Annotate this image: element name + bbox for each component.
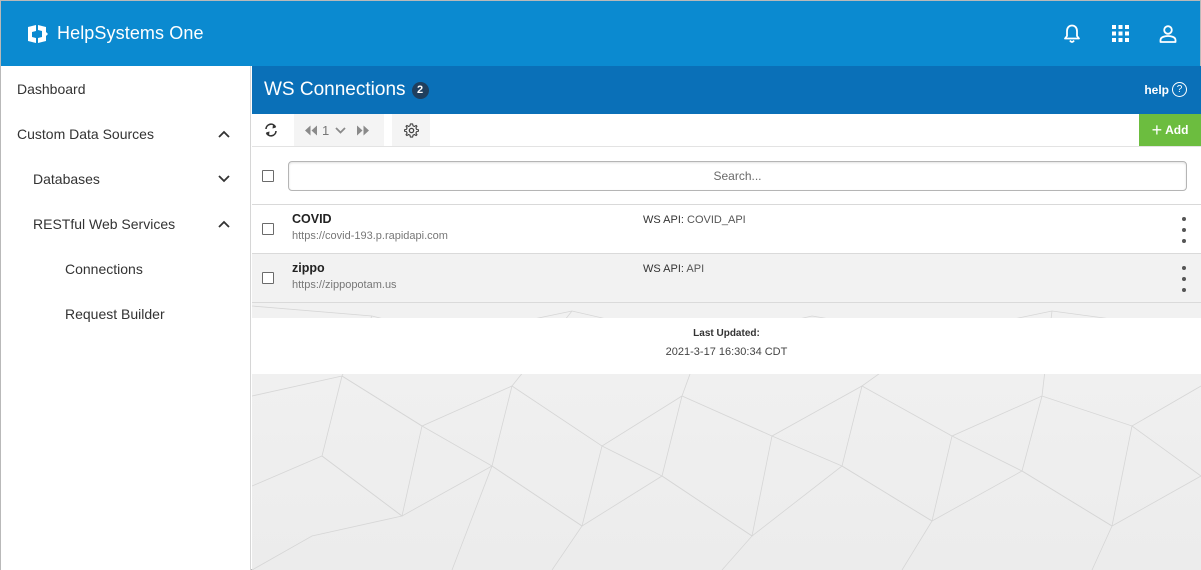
ws-api-value: COVID_API <box>687 214 746 226</box>
sidebar-item-label: Connections <box>65 260 143 277</box>
last-updated-value: 2021-3-17 16:30:34 CDT <box>665 346 788 358</box>
helpsystems-logo-icon <box>28 24 48 43</box>
ws-api-label: WS API: <box>643 263 684 275</box>
connection-url: https://covid-193.p.rapidapi.com <box>292 230 448 242</box>
chevron-up-icon <box>218 130 230 138</box>
search-input[interactable] <box>288 161 1187 191</box>
refresh-icon <box>265 123 277 137</box>
more-options-icon[interactable] <box>1177 266 1191 292</box>
connection-name: zippo <box>292 261 325 275</box>
main-content: WS Connections 2 help ? 1 + Add Search..… <box>252 66 1201 570</box>
previous-page-icon[interactable] <box>304 125 318 136</box>
notifications-button[interactable] <box>1048 10 1096 58</box>
sidebar-item-label: Custom Data Sources <box>17 125 154 142</box>
next-page-icon[interactable] <box>356 125 370 136</box>
chevron-down-icon[interactable] <box>335 126 346 134</box>
sidebar-item-restful-web-services[interactable]: RESTful Web Services <box>1 201 250 246</box>
sidebar-item-custom-data-sources[interactable]: Custom Data Sources <box>1 111 250 156</box>
help-link[interactable]: help ? <box>1144 82 1187 97</box>
sidebar-item-label: Request Builder <box>65 305 165 322</box>
add-label: Add <box>1165 123 1189 137</box>
search-row <box>252 147 1201 205</box>
page-header: WS Connections 2 help ? <box>252 66 1201 114</box>
help-label: help <box>1144 82 1169 97</box>
apps-button[interactable] <box>1096 10 1144 58</box>
connection-url: https://zippopotam.us <box>292 279 397 291</box>
page-title: WS Connections <box>264 79 406 100</box>
app-title: HelpSystems One <box>57 23 204 43</box>
chevron-up-icon <box>218 220 230 228</box>
chevron-down-icon <box>218 174 230 182</box>
more-options-icon[interactable] <box>1177 217 1191 243</box>
plus-icon: + <box>1151 120 1163 140</box>
sidebar-item-label: Dashboard <box>17 80 86 97</box>
top-bar: HelpSystems One <box>1 1 1200 66</box>
row-checkbox[interactable] <box>262 223 274 235</box>
help-circle-icon: ? <box>1172 82 1187 97</box>
settings-button[interactable] <box>392 114 430 146</box>
brand[interactable]: HelpSystems One <box>25 23 204 45</box>
count-badge: 2 <box>411 81 429 99</box>
table-row[interactable]: zippo https://zippopotam.us WS API: API <box>252 254 1201 303</box>
bell-icon <box>1064 24 1080 43</box>
user-icon <box>1159 24 1177 43</box>
sidebar-item-label: Databases <box>33 170 100 187</box>
connection-name: COVID <box>292 212 332 226</box>
row-checkbox[interactable] <box>262 272 274 284</box>
sidebar-item-dashboard[interactable]: Dashboard <box>1 66 250 111</box>
page-number[interactable]: 1 <box>322 123 329 138</box>
ws-api-label: WS API: <box>643 214 684 226</box>
sidebar-item-label: RESTful Web Services <box>33 215 176 232</box>
top-icons <box>1048 1 1200 66</box>
ws-api-info: WS API: API <box>643 263 704 275</box>
last-updated-label: Last Updated: <box>693 328 760 339</box>
table-row[interactable]: COVID https://covid-193.p.rapidapi.com W… <box>252 205 1201 254</box>
sidebar-item-connections[interactable]: Connections <box>1 246 250 291</box>
user-menu-button[interactable] <box>1144 10 1192 58</box>
sidebar-item-databases[interactable]: Databases <box>1 156 250 201</box>
refresh-button[interactable] <box>252 114 290 146</box>
add-button[interactable]: + Add <box>1139 114 1201 146</box>
sidebar-item-request-builder[interactable]: Request Builder <box>1 291 250 336</box>
sidebar: Dashboard Custom Data Sources Databases … <box>1 66 251 570</box>
pager: 1 <box>294 114 384 146</box>
gear-icon <box>403 122 419 138</box>
ws-api-value: API <box>686 263 705 275</box>
toolbar: 1 + Add <box>252 114 1201 147</box>
ws-api-info: WS API: COVID_API <box>643 214 746 226</box>
last-updated-panel: Last Updated: 2021-3-17 16:30:34 CDT <box>252 318 1201 374</box>
select-all-checkbox[interactable] <box>262 170 274 182</box>
apps-grid-icon <box>1111 25 1129 42</box>
